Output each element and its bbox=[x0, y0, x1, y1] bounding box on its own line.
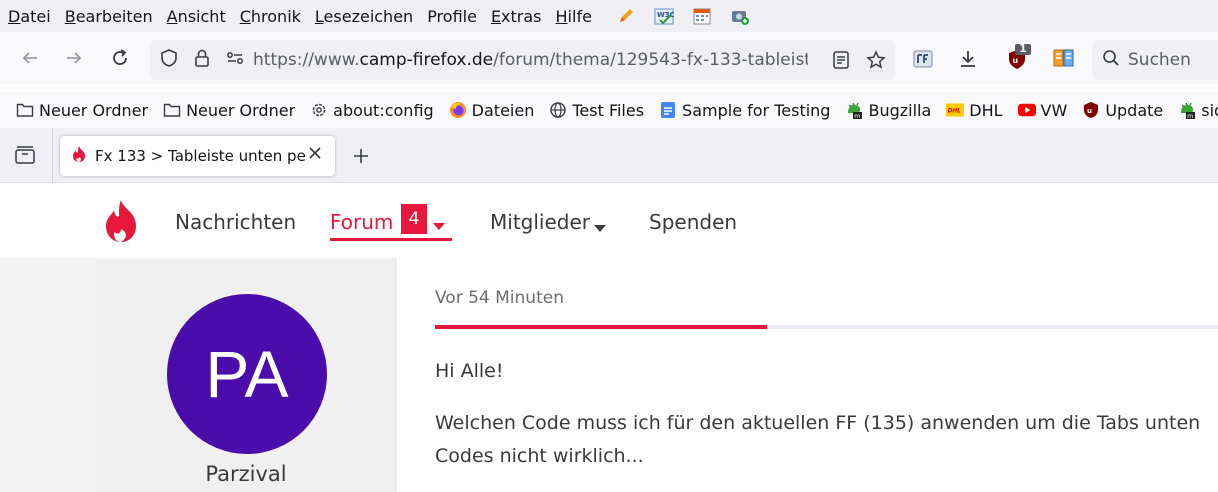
avatar[interactable]: PA bbox=[167, 294, 327, 454]
svg-text:m: m bbox=[855, 113, 861, 119]
firefox-icon bbox=[449, 101, 467, 119]
url-bar[interactable]: https://www.camp-firefox.de/forum/thema/… bbox=[150, 40, 895, 80]
bookmarks-toolbar: Neuer Ordner Neuer Ordner about:config D… bbox=[0, 92, 1218, 128]
page-content: PA Parzival Vor 54 Minuten Hi Alle! Welc… bbox=[0, 258, 1218, 492]
globe-icon bbox=[549, 101, 567, 119]
menu-ansicht[interactable]: Ansicht bbox=[167, 7, 226, 26]
ublock-origin-icon[interactable]: u 1 bbox=[1006, 42, 1032, 76]
menu-datei[interactable]: Datei bbox=[8, 7, 51, 26]
svg-text:u: u bbox=[1013, 56, 1019, 65]
svg-text:m: m bbox=[1187, 113, 1193, 119]
extension-icon[interactable] bbox=[912, 48, 934, 74]
screenshot-icon[interactable] bbox=[730, 6, 750, 26]
svg-text:u: u bbox=[1087, 107, 1092, 115]
menu-chronik[interactable]: Chronik bbox=[240, 7, 301, 26]
bookmark-side[interactable]: m side bbox=[1178, 101, 1218, 120]
nav-forum-label: Forum bbox=[330, 210, 394, 234]
post-author-panel: PA Parzival bbox=[96, 258, 396, 492]
menu-bearbeiten[interactable]: Bearbeiten bbox=[65, 7, 153, 26]
firefox-view-icon[interactable] bbox=[14, 145, 36, 169]
menu-hilfe[interactable]: Hilfe bbox=[556, 7, 592, 26]
search-icon bbox=[1102, 49, 1120, 72]
permissions-icon[interactable] bbox=[225, 48, 245, 72]
nav-spenden[interactable]: Spenden bbox=[649, 210, 737, 234]
forum-active-underline bbox=[330, 238, 452, 241]
bugzilla-icon: m bbox=[845, 101, 863, 119]
bookmark-star-icon[interactable] bbox=[866, 50, 886, 74]
ublock-badge-count: 1 bbox=[1019, 42, 1027, 55]
dhl-icon: DHL bbox=[946, 101, 965, 119]
search-box[interactable]: Suchen bbox=[1092, 40, 1218, 80]
reader-view-icon[interactable] bbox=[832, 50, 850, 74]
tab-active[interactable]: Fx 133 > Tableiste unten per userChrome.… bbox=[60, 136, 335, 176]
bookmark-sample-for-testing[interactable]: Sample for Testing bbox=[659, 101, 830, 120]
camp-firefox-favicon bbox=[71, 145, 87, 167]
bookmark-bugzilla[interactable]: m Bugzilla bbox=[845, 101, 931, 120]
forward-button[interactable] bbox=[58, 42, 90, 74]
tab-bar-divider bbox=[52, 128, 53, 183]
close-tab-icon[interactable] bbox=[308, 146, 322, 164]
back-button[interactable] bbox=[14, 42, 46, 74]
bookmark-test-files[interactable]: Test Files bbox=[549, 101, 644, 120]
reload-button[interactable] bbox=[104, 42, 136, 74]
menu-lesezeichen[interactable]: Lesezeichen bbox=[315, 7, 413, 26]
forward-arrow-icon bbox=[67, 52, 82, 64]
post-body: Vor 54 Minuten Hi Alle! Welchen Code mus… bbox=[397, 258, 1218, 492]
tab-bar: Fx 133 > Tableiste unten per userChrome.… bbox=[0, 128, 1218, 183]
menu-bar: Datei Bearbeiten Ansicht Chronik Lesezei… bbox=[0, 0, 1218, 32]
lock-icon[interactable] bbox=[193, 48, 211, 72]
docs-icon bbox=[659, 101, 677, 119]
nav-nachrichten[interactable]: Nachrichten bbox=[175, 210, 296, 234]
menu-profile[interactable]: Profile bbox=[427, 7, 477, 26]
nav-mitglieder[interactable]: Mitglieder bbox=[490, 210, 590, 234]
gear-icon bbox=[310, 101, 328, 119]
w3c-validator-icon[interactable]: W3C bbox=[654, 6, 674, 26]
bookmark-neuer-ordner-2[interactable]: Neuer Ordner bbox=[163, 101, 295, 120]
new-tab-icon[interactable] bbox=[352, 147, 370, 169]
svg-text:DHL: DHL bbox=[948, 108, 962, 114]
reload-icon bbox=[113, 49, 127, 65]
menu-extras[interactable]: Extras bbox=[491, 7, 542, 26]
svg-text:W3C: W3C bbox=[657, 11, 674, 19]
bookmark-dateien[interactable]: Dateien bbox=[449, 101, 534, 120]
post-timestamp[interactable]: Vor 54 Minuten bbox=[435, 288, 564, 308]
site-logo-flame-icon[interactable] bbox=[101, 199, 141, 247]
username[interactable]: Parzival bbox=[96, 462, 396, 486]
bookmark-vw[interactable]: VW bbox=[1017, 101, 1067, 120]
post-divider-accent bbox=[435, 325, 767, 329]
bugzilla-icon: m bbox=[1178, 101, 1196, 119]
forum-notification-badge: 4 bbox=[401, 204, 427, 234]
pencil-icon[interactable] bbox=[616, 6, 636, 26]
youtube-icon bbox=[1017, 101, 1036, 119]
bookmark-dhl[interactable]: DHL DHL bbox=[946, 101, 1003, 120]
mitglieder-dropdown-icon bbox=[594, 218, 606, 237]
url-text[interactable]: https://www.camp-firefox.de/forum/thema/… bbox=[253, 50, 808, 70]
bookmark-update[interactable]: u Update bbox=[1082, 101, 1163, 120]
back-arrow-icon bbox=[22, 52, 37, 64]
folder-icon bbox=[163, 101, 181, 119]
bookmark-neuer-ordner-1[interactable]: Neuer Ordner bbox=[16, 101, 148, 120]
downloads-icon[interactable] bbox=[958, 48, 978, 74]
site-header: Nachrichten Forum 4 Mitglieder Spenden bbox=[0, 184, 1218, 258]
bookmark-about-config[interactable]: about:config bbox=[310, 101, 434, 120]
shield-icon[interactable] bbox=[159, 48, 179, 72]
tab-manager-extension-icon[interactable] bbox=[1052, 46, 1076, 74]
post-greeting: Hi Alle! bbox=[435, 360, 504, 382]
folder-icon bbox=[16, 101, 34, 119]
ublock-icon: u bbox=[1082, 101, 1100, 119]
forum-dropdown-icon bbox=[433, 216, 445, 235]
post-text-line-1: Welchen Code muss ich für den aktuellen … bbox=[435, 412, 1201, 434]
tab-title: Fx 133 > Tableiste unten per userChrome.… bbox=[95, 147, 305, 165]
search-placeholder: Suchen bbox=[1128, 50, 1191, 70]
navigation-toolbar: https://www.camp-firefox.de/forum/thema/… bbox=[0, 32, 1218, 84]
calendar-icon[interactable] bbox=[692, 6, 712, 26]
post-text-line-2: Codes nicht wirklich... bbox=[435, 445, 644, 467]
